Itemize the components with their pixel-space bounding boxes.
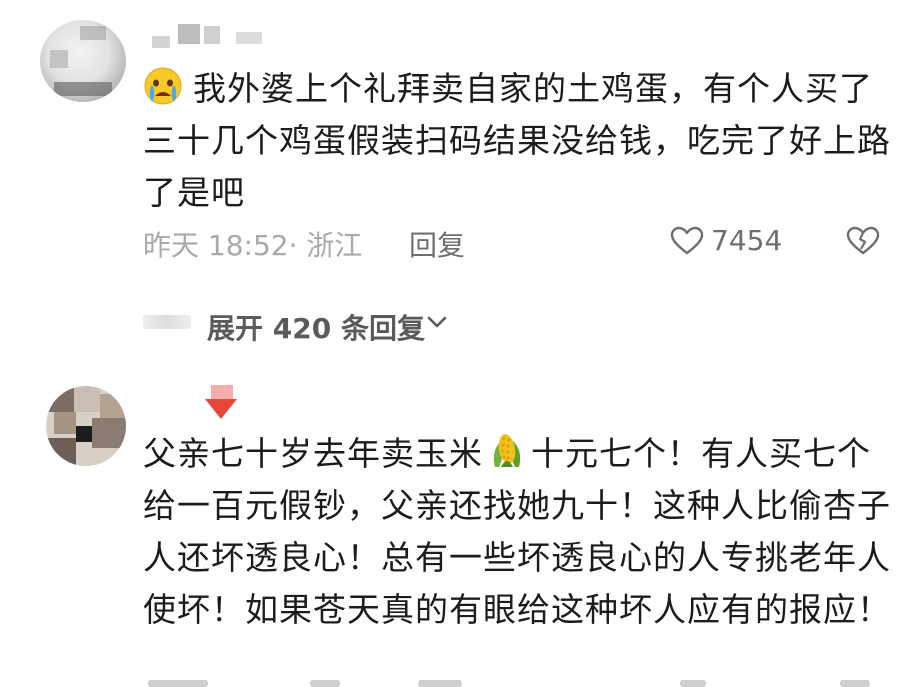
chevron-down-icon: [427, 316, 447, 328]
reply-button[interactable]: 回复: [409, 224, 465, 264]
commenter-name-blurred: [152, 22, 272, 48]
broken-heart-dislike-icon[interactable]: [846, 226, 880, 256]
avatar-blur-block: [46, 438, 76, 466]
crying-face-icon: [144, 67, 182, 105]
avatar-blur-block: [54, 82, 112, 96]
comment-body: 我外婆上个礼拜卖自家的土鸡蛋，有个人买了三十几个鸡蛋假装扫码结果没给钱，吃完了好…: [143, 69, 891, 212]
commenter-avatar[interactable]: [40, 20, 126, 102]
avatar-blur-block: [74, 386, 100, 412]
commenter-avatar[interactable]: [46, 386, 126, 466]
red-badge-icon: [205, 385, 237, 419]
expand-divider: [143, 315, 191, 329]
comment-text: 我外婆上个礼拜卖自家的土鸡蛋，有个人买了三十几个鸡蛋假装扫码结果没给钱，吃完了好…: [143, 63, 903, 219]
comment-time-location: 昨天 18:52· 浙江: [143, 229, 363, 262]
comment-body-part: 父亲七十岁去年卖玉米: [143, 434, 483, 473]
like-heart-icon[interactable]: [670, 226, 704, 256]
avatar-blur-block: [46, 386, 74, 412]
expand-replies-label: 展开 420 条回复: [207, 312, 425, 345]
avatar-blur-block: [92, 418, 126, 448]
comment-text: 父亲七十岁去年卖玉米 十元七个！有人买七个给一百元假钞，父亲还找她九十！这种人比…: [143, 428, 903, 636]
corn-icon: [493, 434, 521, 467]
avatar-blur-block: [76, 426, 92, 442]
next-comment-meta-blurred: [140, 672, 900, 687]
avatar-blur-block: [100, 394, 126, 418]
comment-meta-row: 昨天 18:52· 浙江 回复 7454: [143, 218, 903, 262]
avatar-blur-block: [54, 412, 76, 434]
like-count: 7454: [711, 224, 783, 257]
avatar-blur-block: [80, 26, 106, 40]
avatar-blur-block: [50, 50, 68, 68]
